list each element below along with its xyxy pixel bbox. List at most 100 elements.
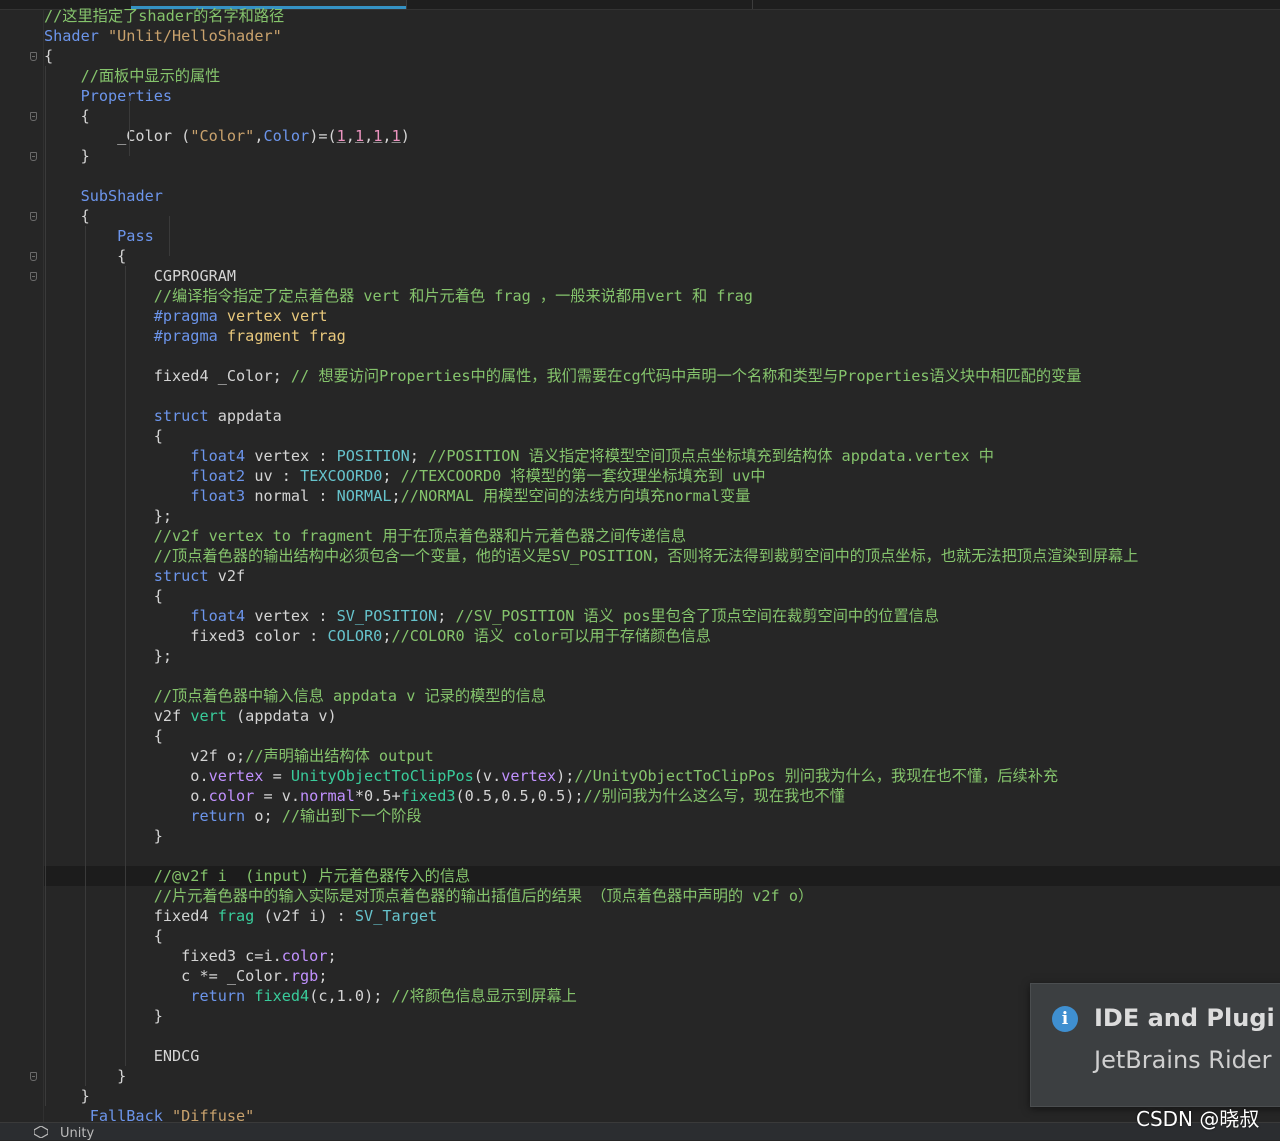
code-line[interactable]: c *= _Color.rgb; — [44, 966, 327, 986]
code-line[interactable]: Properties — [44, 86, 172, 106]
code-token: ; — [409, 447, 429, 465]
code-token: { — [44, 47, 54, 65]
code-line[interactable]: //顶点着色器的输出结构中必须包含一个变量，他的语义是SV_POSITION，否… — [44, 546, 1139, 566]
code-line[interactable]: float4 vertex : POSITION; //POSITION 语义指… — [44, 446, 994, 466]
code-line[interactable]: fixed4 _Color; // 想要访问Properties中的属性，我们需… — [44, 366, 1082, 386]
code-line[interactable]: CGPROGRAM — [44, 266, 236, 286]
code-line[interactable]: #pragma vertex vert — [44, 306, 328, 326]
indent-guide — [85, 226, 86, 1086]
code-line[interactable]: //@v2f i (input) 片元着色器传入的信息 — [44, 866, 1280, 886]
code-token: fragment frag — [226, 327, 346, 345]
fold-marker[interactable] — [30, 1072, 37, 1081]
code-token: (0.5,0.5,0.5); — [455, 787, 584, 805]
code-line[interactable]: SubShader — [44, 186, 163, 206]
code-token: struct — [153, 407, 218, 425]
code-line[interactable]: } — [44, 1086, 90, 1106]
code-line[interactable]: { — [44, 586, 163, 606]
code-line[interactable]: FallBack "Diffuse" — [44, 1106, 255, 1122]
code-token: v2f o; — [44, 747, 246, 765]
code-line[interactable]: { — [44, 926, 163, 946]
code-line[interactable]: Pass — [44, 226, 154, 246]
code-token: }; — [44, 647, 173, 665]
code-line[interactable]: Shader "Unlit/HelloShader" — [44, 26, 282, 46]
code-token: { — [44, 727, 163, 745]
code-line[interactable]: fixed4 frag (v2f i) : SV_Target — [44, 906, 437, 926]
code-token: #pragma — [153, 327, 227, 345]
code-token: float3 — [190, 487, 246, 505]
code-line[interactable]: //这里指定了shader的名字和路径 — [44, 6, 284, 26]
code-line[interactable]: }; — [44, 646, 172, 666]
code-line[interactable]: { — [44, 46, 53, 66]
fold-marker[interactable] — [30, 52, 37, 61]
code-token: ; — [437, 607, 456, 625]
code-line[interactable]: } — [44, 146, 90, 166]
code-token: COLOR0 — [327, 627, 383, 645]
notification-popup[interactable]: i IDE and Plugi JetBrains Rider — [1030, 983, 1280, 1107]
notification-title: IDE and Plugi — [1094, 1004, 1275, 1032]
code-token: ; — [318, 967, 328, 985]
code-line[interactable]: o.color = v.normal*0.5+fixed3(0.5,0.5,0.… — [44, 786, 845, 806]
code-line[interactable]: ENDCG — [44, 1046, 200, 1066]
code-token: (v2f i) : — [254, 907, 355, 925]
code-line[interactable]: //面板中显示的属性 — [44, 66, 221, 86]
code-line[interactable]: _Color ("Color",Color)=(1,1,1,1) — [44, 126, 410, 146]
code-token: (c,1.0); — [309, 987, 392, 1005]
code-line[interactable]: //编译指令指定了定点着色器 vert 和片元着色 frag ，一般来说都用ve… — [44, 286, 753, 306]
fold-marker[interactable] — [30, 272, 37, 281]
code-line[interactable]: } — [44, 826, 163, 846]
code-editor[interactable]: //这里指定了shader的名字和路径 Shader "Unlit/HelloSh… — [44, 6, 1280, 1122]
code-token: fixed4 _Color; — [44, 367, 291, 385]
code-line[interactable]: v2f o;//声明输出结构体 output — [44, 746, 433, 766]
status-unity-label[interactable]: Unity — [60, 1126, 94, 1141]
code-line[interactable]: }; — [44, 506, 172, 526]
code-token: //片元着色器中的输入实际是对顶点着色器的输出插值后的结果 （顶点着色器中声明的… — [153, 887, 814, 905]
fold-marker[interactable] — [30, 252, 37, 261]
code-token: SV_Target — [354, 907, 438, 925]
code-token: "Color" — [190, 127, 255, 145]
code-line[interactable]: fixed3 color : COLOR0;//COLOR0 语义 color可… — [44, 626, 711, 646]
code-token: "Unlit/HelloShader" — [108, 27, 282, 45]
code-token: } — [44, 1007, 163, 1025]
fold-marker[interactable] — [30, 212, 37, 221]
status-bar: Unity — [0, 1122, 1280, 1141]
fold-marker[interactable] — [30, 112, 37, 121]
code-line[interactable]: { — [44, 426, 163, 446]
code-line[interactable]: } — [44, 1006, 163, 1026]
code-line[interactable]: o.vertex = UnityObjectToClipPos(v.vertex… — [44, 766, 1058, 786]
code-line[interactable]: v2f vert (appdata v) — [44, 706, 337, 726]
code-line[interactable]: fixed3 c=i.color; — [44, 946, 336, 966]
code-line[interactable]: { — [44, 206, 90, 226]
code-line[interactable]: float2 uv : TEXCOORD0; //TEXCOORD0 将模型的第… — [44, 466, 765, 486]
code-line[interactable]: { — [44, 106, 90, 126]
code-token: vertex : — [245, 447, 337, 465]
code-line[interactable]: struct appdata — [44, 406, 282, 426]
code-line[interactable]: float3 normal : NORMAL;//NORMAL 用模型空间的法线… — [44, 486, 750, 506]
code-token: TEXCOORD0 — [300, 467, 383, 485]
code-token: { — [44, 587, 163, 605]
code-token: float4 — [190, 447, 246, 465]
code-token: //顶点着色器中输入信息 appdata v 记录的模型的信息 — [153, 687, 546, 705]
code-line[interactable]: return o; //输出到下一个阶段 — [44, 806, 421, 826]
fold-marker[interactable] — [30, 152, 37, 161]
code-line[interactable]: #pragma fragment frag — [44, 326, 346, 346]
code-token: o. — [44, 787, 209, 805]
code-line[interactable]: //顶点着色器中输入信息 appdata v 记录的模型的信息 — [44, 686, 546, 706]
code-token: //将颜色信息显示到屏幕上 — [391, 987, 577, 1005]
watermark: CSDN @晓叔 — [1136, 1107, 1260, 1131]
code-line[interactable]: float4 vertex : SV_POSITION; //SV_POSITI… — [44, 606, 939, 626]
code-line[interactable]: //片元着色器中的输入实际是对顶点着色器的输出插值后的结果 （顶点着色器中声明的… — [44, 886, 813, 906]
code-line[interactable]: return fixed4(c,1.0); //将颜色信息显示到屏幕上 — [44, 986, 577, 1006]
code-token: vert — [190, 707, 227, 725]
code-line[interactable]: { — [44, 726, 163, 746]
code-token: frag — [217, 907, 255, 925]
code-line[interactable]: //v2f vertex to fragment 用于在顶点着色器和片元着色器之… — [44, 526, 686, 546]
code-token: #pragma — [153, 307, 227, 325]
code-line[interactable]: struct v2f — [44, 566, 245, 586]
code-token: fixed3 c=i. — [44, 947, 282, 965]
code-token: //面板中显示的属性 — [80, 67, 221, 85]
